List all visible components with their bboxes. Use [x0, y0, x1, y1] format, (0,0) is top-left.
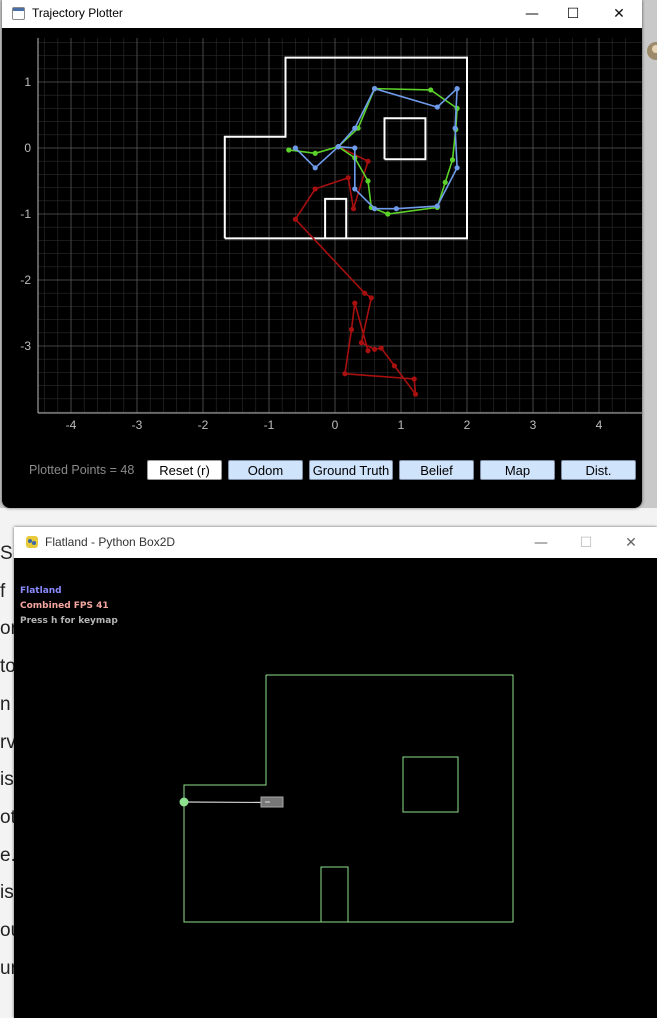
- trajectory-point: [358, 340, 364, 346]
- trajectory-point: [352, 125, 358, 131]
- odom-toggle-button[interactable]: Odom: [228, 460, 303, 480]
- trajectory-point: [452, 125, 458, 131]
- y-tick-label: 1: [24, 75, 31, 89]
- y-tick-label: -1: [20, 207, 31, 221]
- title-bar: Flatland - Python Box2D — ☐ ✕: [14, 527, 657, 558]
- belief-toggle-button[interactable]: Belief: [399, 460, 474, 480]
- x-tick-label: -2: [198, 418, 209, 432]
- trajectory-point: [345, 175, 351, 181]
- trajectory-point: [411, 376, 417, 382]
- trajectory-point: [362, 290, 368, 296]
- reset-button[interactable]: Reset (r): [147, 460, 222, 480]
- trajectory-point: [391, 363, 397, 369]
- plot-controls: Plotted Points = 48 Reset (r) Odom Groun…: [2, 453, 642, 493]
- minimize-button[interactable]: —: [518, 527, 564, 558]
- maximize-button[interactable]: ☐: [563, 527, 609, 558]
- close-button[interactable]: ✕: [596, 0, 642, 28]
- trajectory-point: [372, 346, 378, 352]
- minimize-button[interactable]: —: [509, 0, 555, 28]
- trajectory-point: [454, 86, 460, 92]
- trajectory-point: [292, 145, 298, 151]
- trajectory-point: [372, 206, 378, 212]
- trajectory-point: [378, 345, 384, 351]
- trajectory-plot[interactable]: -4 -3 -2 -1 0 1 2 3 4 1 0 -1 -2 -3: [2, 28, 642, 453]
- trajectory-point: [286, 147, 292, 153]
- y-tick-label: -3: [20, 339, 31, 353]
- trajectory-point: [412, 391, 419, 397]
- plotted-points-label: Plotted Points = 48: [29, 463, 135, 477]
- close-button[interactable]: ✕: [608, 527, 654, 558]
- y-tick-label: -2: [20, 273, 31, 287]
- x-tick-label: 4: [596, 418, 603, 432]
- trajectory-point: [365, 178, 371, 184]
- x-tick-label: 2: [464, 418, 471, 432]
- x-tick-label: 0: [332, 418, 339, 432]
- map-obstacle-box: [383, 117, 427, 161]
- trajectory-point: [312, 165, 318, 171]
- laser-beam: [183, 801, 270, 804]
- app-window-icon: [12, 7, 25, 20]
- trajectory-point: [352, 300, 358, 306]
- trajectory-point: [292, 216, 298, 222]
- avatar: [642, 40, 657, 62]
- trajectory-point: [350, 206, 357, 212]
- trajectory-point: [428, 87, 434, 93]
- x-tick-label: -3: [132, 418, 143, 432]
- map-door-block: [320, 866, 349, 922]
- trajectory-point: [442, 179, 448, 185]
- trajectory-point: [434, 203, 440, 209]
- trajectory-point: [368, 295, 374, 301]
- maximize-button[interactable]: ☐: [550, 0, 596, 28]
- trajectory-plotter-window: Trajectory Plotter — ☐ ✕ -4 -3 -2 -1 0 1 2 3 4 1 0…: [2, 0, 642, 508]
- range-sensor: [260, 796, 284, 808]
- trajectory-point: [312, 150, 318, 156]
- pygame-icon: [26, 536, 38, 548]
- trajectory-point: [393, 206, 399, 212]
- simulation-canvas[interactable]: [14, 558, 657, 1018]
- trajectory-point: [385, 211, 391, 217]
- trajectory-line: [294, 86, 458, 210]
- map-toggle-button[interactable]: Map: [480, 460, 555, 480]
- x-tick-label: -1: [264, 418, 275, 432]
- trajectory-point: [434, 104, 440, 110]
- dist-toggle-button[interactable]: Dist.: [561, 460, 636, 480]
- ground-truth-toggle-button[interactable]: Ground Truth: [309, 460, 393, 480]
- trajectory-point: [352, 145, 358, 151]
- trajectory-point: [449, 157, 456, 163]
- window-title: Flatland - Python Box2D: [45, 535, 176, 549]
- title-bar: Trajectory Plotter — ☐ ✕: [2, 0, 642, 28]
- trajectory-point: [454, 165, 460, 171]
- x-tick-label: -4: [66, 418, 77, 432]
- x-tick-label: 3: [530, 418, 537, 432]
- trajectory-point: [335, 144, 341, 150]
- trajectory-point: [365, 348, 371, 354]
- window-title: Trajectory Plotter: [32, 6, 123, 20]
- y-tick-label: 0: [24, 141, 31, 155]
- map-door-block: [324, 197, 348, 239]
- robot: [179, 797, 189, 807]
- flatland-window: Flatland - Python Box2D — ☐ ✕ Flatland C…: [14, 527, 657, 1018]
- trajectory-point: [342, 371, 348, 377]
- trajectory-point: [348, 326, 355, 333]
- trajectory-point: [365, 158, 371, 164]
- trajectory-point: [372, 86, 378, 92]
- x-tick-label: 1: [398, 418, 405, 432]
- map-inner-box: [402, 756, 459, 813]
- trajectory-point: [312, 186, 318, 192]
- trajectory-point: [352, 186, 358, 192]
